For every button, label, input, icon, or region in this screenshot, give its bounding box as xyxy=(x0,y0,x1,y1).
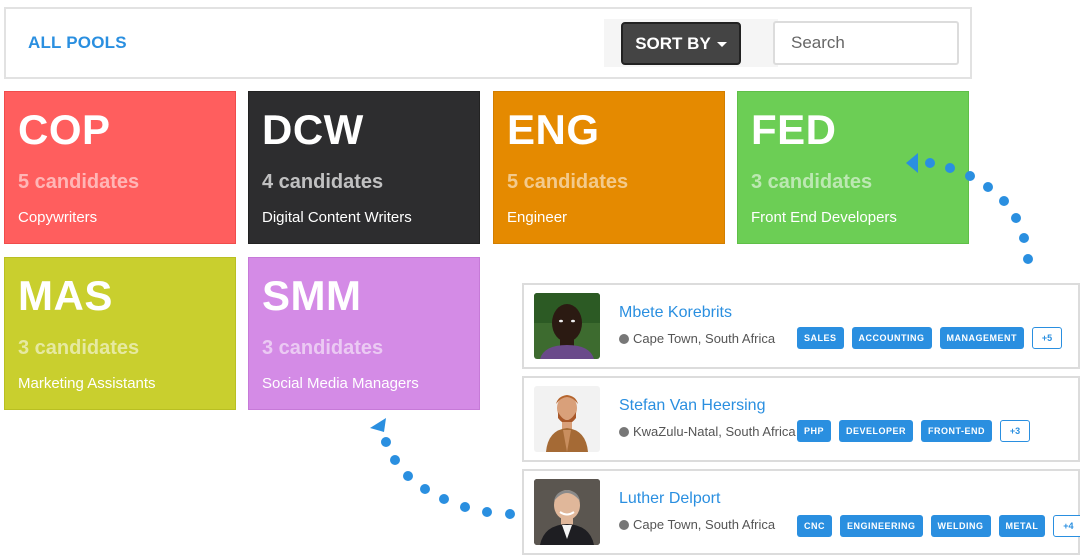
pool-count: 5 candidates xyxy=(507,171,629,193)
candidate-name[interactable]: Luther Delport xyxy=(619,490,720,508)
sort-by-label: SORT BY xyxy=(635,33,711,53)
candidate-card[interactable]: Luther Delport Cape Town, South Africa C… xyxy=(522,469,1080,555)
skill-tags: CNC ENGINEERING WELDING METAL +4 xyxy=(797,515,1080,537)
skill-tag[interactable]: PHP xyxy=(797,420,832,442)
pool-code: ENG xyxy=(507,106,600,153)
location-text: KwaZulu-Natal, South Africa xyxy=(633,424,796,439)
pools-page: ALL POOLS SORT BY COP 5 candidates Copyw… xyxy=(0,0,1080,556)
avatar[interactable] xyxy=(534,479,600,545)
pool-count: 3 candidates xyxy=(751,171,873,193)
skill-tag[interactable]: MANAGEMENT xyxy=(939,327,1025,349)
skill-tags: PHP DEVELOPER FRONT-END +3 xyxy=(797,420,1031,442)
candidate-name[interactable]: Mbete Korebrits xyxy=(619,304,732,322)
caret-down-icon xyxy=(716,42,727,47)
pool-count: 3 candidates xyxy=(18,337,140,359)
globe-icon xyxy=(619,426,629,437)
location-text: Cape Town, South Africa xyxy=(633,517,776,532)
skill-tag[interactable]: METAL xyxy=(998,515,1046,537)
candidate-location: KwaZulu-Natal, South Africa xyxy=(619,424,796,439)
skill-tag[interactable]: SALES xyxy=(797,327,844,349)
skill-tag[interactable]: WELDING xyxy=(930,515,991,537)
skill-tag[interactable]: DEVELOPER xyxy=(839,420,914,442)
more-tags-button[interactable]: +3 xyxy=(1000,420,1031,442)
skill-tag[interactable]: ENGINEERING xyxy=(840,515,923,537)
candidate-card[interactable]: Mbete Korebrits Cape Town, South Africa … xyxy=(522,283,1080,369)
skill-tag[interactable]: FRONT-END xyxy=(921,420,993,442)
pool-tile-eng[interactable]: ENG 5 candidates Engineer xyxy=(493,91,725,244)
avatar[interactable] xyxy=(534,293,600,359)
pool-name: Copywriters xyxy=(18,209,98,226)
pool-count: 3 candidates xyxy=(262,337,384,359)
pool-code: FED xyxy=(751,106,837,153)
location-text: Cape Town, South Africa xyxy=(633,331,776,346)
pool-code: COP xyxy=(18,106,111,153)
candidate-location: Cape Town, South Africa xyxy=(619,331,775,346)
pool-name: Marketing Assistants xyxy=(18,375,156,392)
all-pools-link[interactable]: ALL POOLS xyxy=(28,33,127,53)
pools-toolbar: ALL POOLS SORT BY xyxy=(4,7,972,79)
pool-tile-mas[interactable]: MAS 3 candidates Marketing Assistants xyxy=(4,257,236,410)
candidate-location: Cape Town, South Africa xyxy=(619,517,775,532)
pool-tile-fed[interactable]: FED 3 candidates Front End Developers xyxy=(737,91,969,244)
globe-icon xyxy=(619,333,629,344)
pool-tile-smm[interactable]: SMM 3 candidates Social Media Managers xyxy=(248,257,480,410)
pool-tile-cop[interactable]: COP 5 candidates Copywriters xyxy=(4,91,236,244)
sort-by-button[interactable]: SORT BY xyxy=(621,22,741,65)
pool-code: DCW xyxy=(262,106,364,153)
pool-code: SMM xyxy=(262,272,362,319)
pool-tile-dcw[interactable]: DCW 4 candidates Digital Content Writers xyxy=(248,91,480,244)
candidate-card[interactable]: Stefan Van Heersing KwaZulu-Natal, South… xyxy=(522,376,1080,462)
candidate-name[interactable]: Stefan Van Heersing xyxy=(619,397,765,415)
globe-icon xyxy=(619,519,629,530)
pool-name: Digital Content Writers xyxy=(262,209,412,226)
skill-tags: SALES ACCOUNTING MANAGEMENT +5 xyxy=(797,327,1063,349)
skill-tag[interactable]: ACCOUNTING xyxy=(851,327,932,349)
more-tags-button[interactable]: +4 xyxy=(1053,515,1080,537)
pool-code: MAS xyxy=(18,272,113,319)
search-input[interactable] xyxy=(773,21,959,65)
pool-name: Social Media Managers xyxy=(262,375,419,392)
pool-count: 5 candidates xyxy=(18,171,140,193)
more-tags-button[interactable]: +5 xyxy=(1032,327,1063,349)
pool-name: Front End Developers xyxy=(751,209,897,226)
pool-name: Engineer xyxy=(507,209,568,226)
skill-tag[interactable]: CNC xyxy=(797,515,832,537)
avatar[interactable] xyxy=(534,386,600,452)
pool-count: 4 candidates xyxy=(262,171,384,193)
